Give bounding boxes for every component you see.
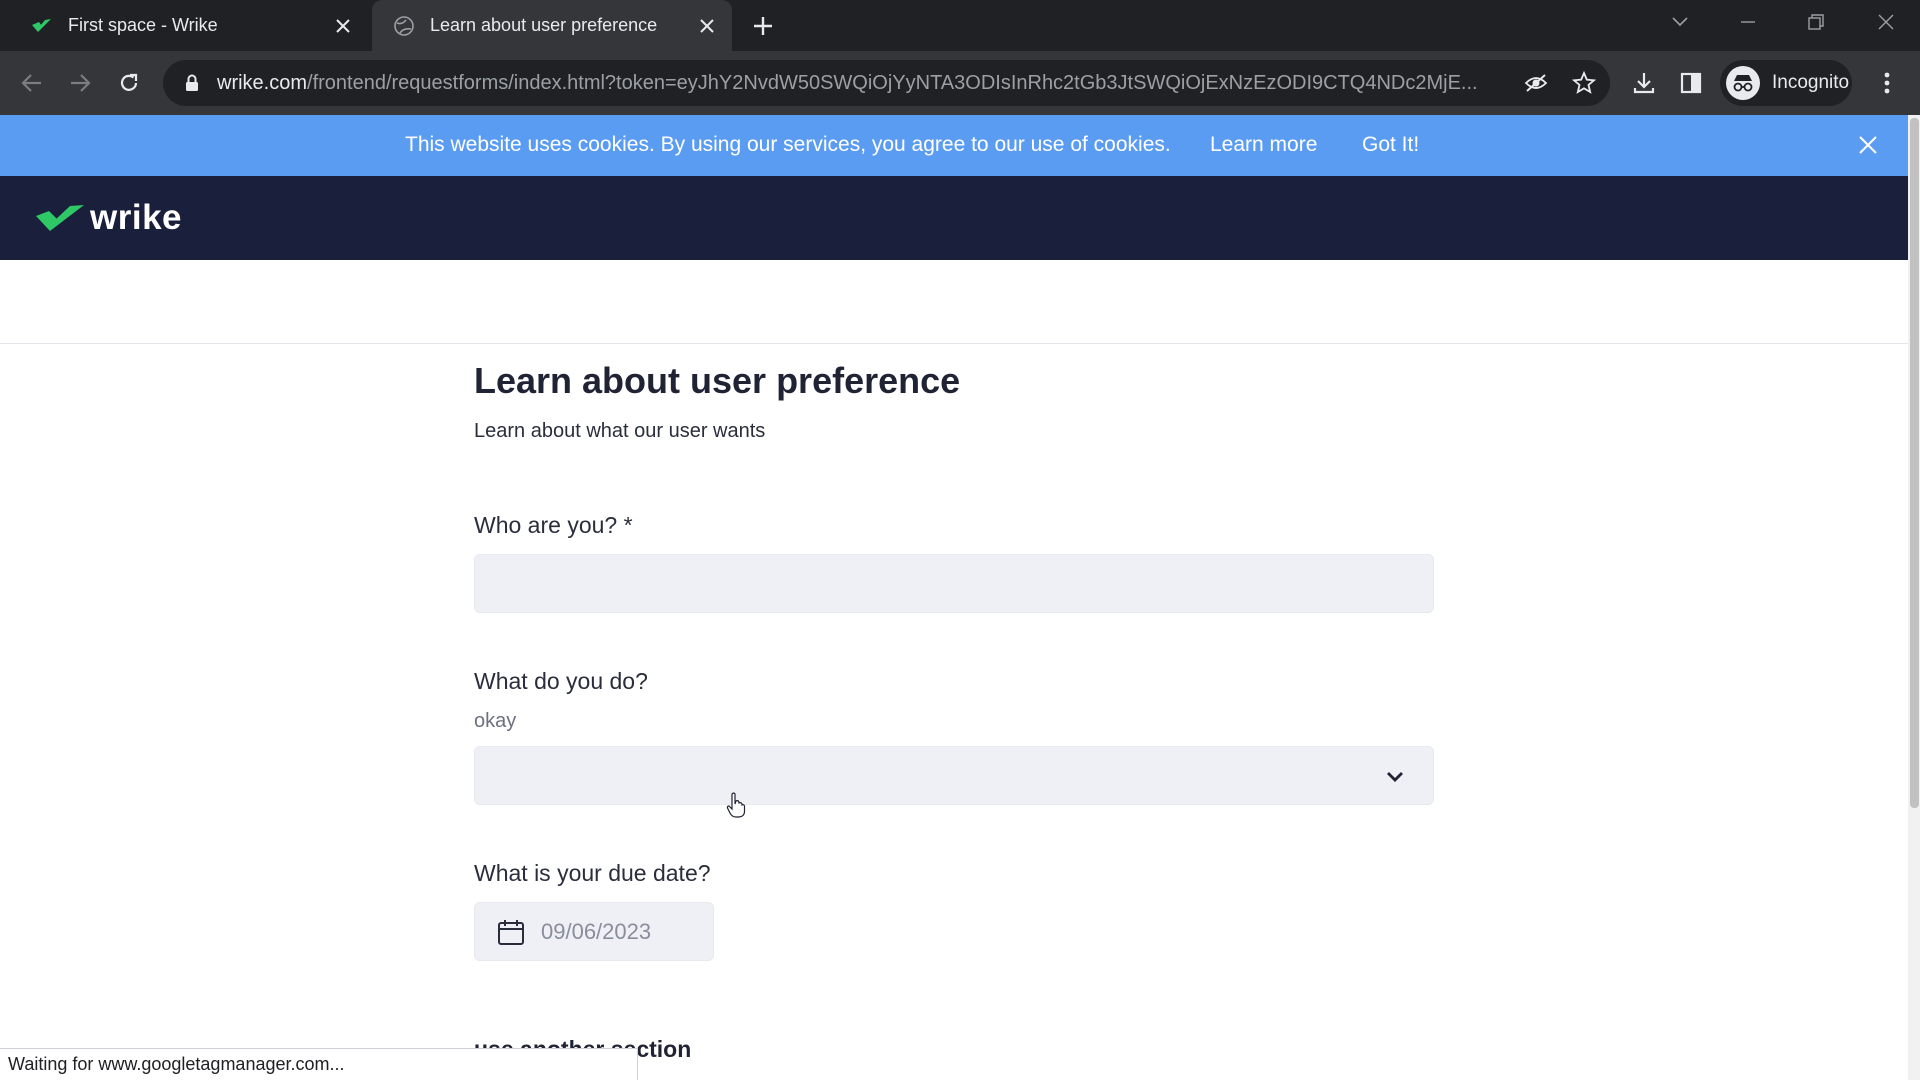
- forward-arrow-icon[interactable]: [62, 65, 98, 101]
- got-it-button[interactable]: Got It!: [1362, 133, 1419, 157]
- close-tab-icon[interactable]: [690, 9, 724, 43]
- bookmark-star-icon[interactable]: [1569, 68, 1599, 98]
- profile-label: Incognito: [1772, 72, 1850, 93]
- what-do-you-do-label: What do you do?: [474, 668, 648, 694]
- calendar-icon: [495, 916, 527, 948]
- address-bar[interactable]: wrike.com/frontend/requestforms/index.ht…: [163, 60, 1610, 106]
- logo-text: wrike: [90, 198, 182, 237]
- form-title: Learn about user preference: [474, 360, 961, 401]
- minimize-icon[interactable]: [1714, 0, 1782, 44]
- tab-learn-about-user-preference[interactable]: Learn about user preference: [372, 0, 732, 51]
- due-date-label: What is your due date?: [474, 860, 711, 886]
- wrike-check-icon: [36, 205, 84, 231]
- new-tab-button[interactable]: [745, 8, 781, 44]
- url-path: /frontend/requestforms/index.html?token=…: [307, 71, 1478, 94]
- app-header: wrike: [0, 176, 1908, 260]
- form-description: Learn about what our user wants: [474, 420, 766, 442]
- incognito-icon: [1726, 66, 1760, 100]
- cookie-banner: This website uses cookies. By using our …: [0, 115, 1908, 176]
- browser-toolbar: wrike.com/frontend/requestforms/index.ht…: [0, 51, 1920, 115]
- url-host: wrike.com: [217, 71, 308, 94]
- due-date-input[interactable]: 09/06/2023: [474, 902, 714, 961]
- tab-title: First space - Wrike: [68, 15, 218, 35]
- what-do-you-do-select[interactable]: [474, 746, 1434, 805]
- kebab-menu-icon[interactable]: [1869, 65, 1905, 101]
- url-text[interactable]: wrike.com/frontend/requestforms/index.ht…: [217, 72, 1507, 95]
- tab-first-space[interactable]: First space - Wrike: [0, 0, 368, 51]
- close-banner-icon[interactable]: [1852, 129, 1884, 161]
- side-panel-icon[interactable]: [1673, 65, 1709, 101]
- browser-tab-strip: First space - Wrike Learn about user pre…: [0, 0, 1920, 51]
- who-are-you-input[interactable]: [474, 554, 1434, 613]
- who-are-you-label: Who are you? *: [474, 512, 633, 538]
- eye-slash-icon[interactable]: [1521, 68, 1551, 98]
- close-tab-icon[interactable]: [326, 9, 360, 43]
- lock-icon[interactable]: [181, 74, 203, 92]
- status-bubble: Waiting for www.googletagmanager.com...: [0, 1048, 638, 1080]
- chevron-down-icon: [1383, 765, 1407, 789]
- tab-title: Learn about user preference: [430, 15, 658, 35]
- tab-search-chevron-down-icon[interactable]: [1646, 0, 1714, 44]
- restore-icon[interactable]: [1782, 0, 1850, 44]
- learn-more-link[interactable]: Learn more: [1210, 133, 1317, 157]
- wrike-logo[interactable]: wrike: [36, 198, 182, 238]
- wrike-favicon-icon: [30, 14, 54, 38]
- page-divider: [0, 343, 1908, 344]
- cookie-message: This website uses cookies. By using our …: [405, 133, 1171, 156]
- incognito-profile-button[interactable]: Incognito: [1720, 60, 1852, 106]
- download-icon[interactable]: [1626, 65, 1662, 101]
- hand-cursor-icon: [726, 792, 746, 818]
- close-window-icon[interactable]: [1852, 0, 1920, 44]
- scrollbar-thumb[interactable]: [1910, 118, 1919, 808]
- what-do-you-do-hint: okay: [474, 710, 517, 732]
- back-arrow-icon[interactable]: [14, 65, 50, 101]
- due-date-value: 09/06/2023: [541, 918, 652, 944]
- globe-icon: [392, 14, 416, 38]
- reload-icon[interactable]: [111, 65, 147, 101]
